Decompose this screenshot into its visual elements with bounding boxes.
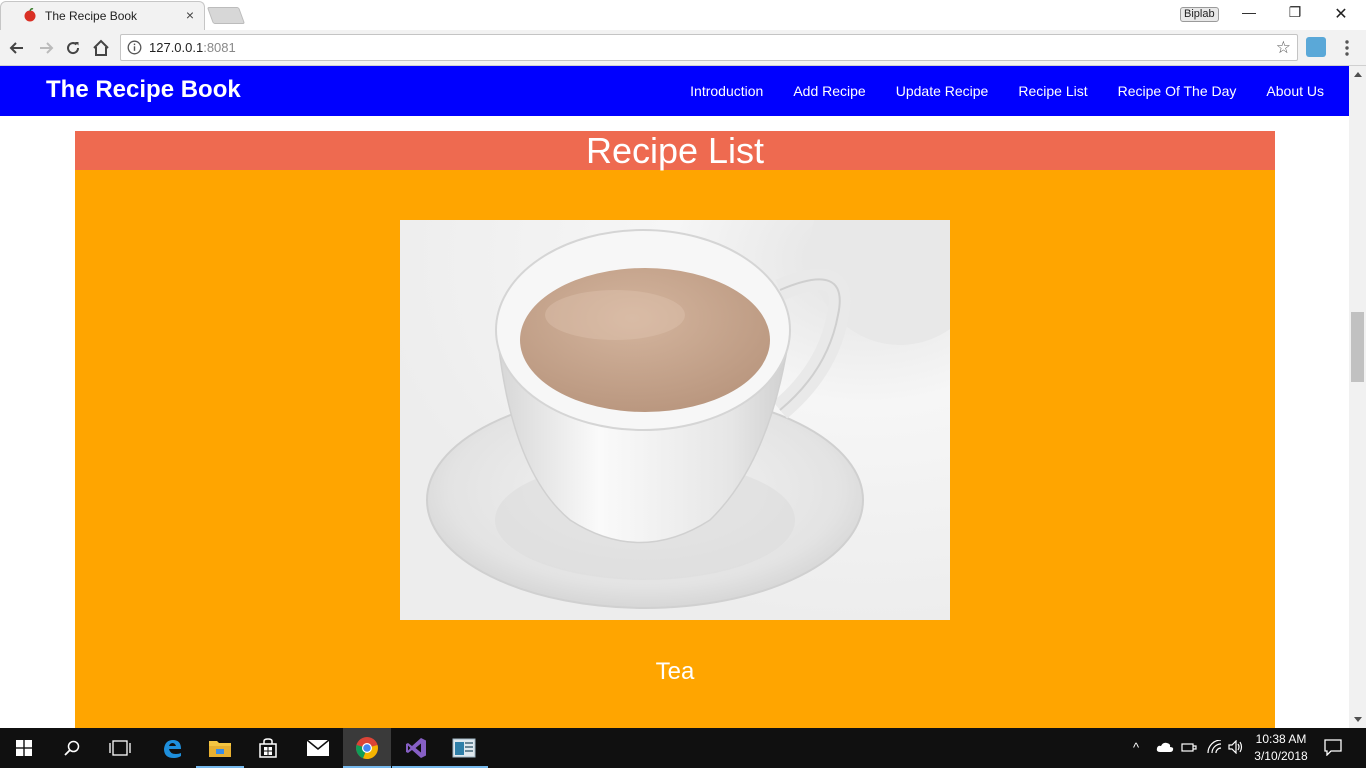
profile-button[interactable]: Biplab	[1180, 7, 1219, 22]
page-viewport: The Recipe Book Introduction Add Recipe …	[0, 66, 1349, 728]
back-arrow-icon	[9, 42, 23, 54]
search-button[interactable]	[48, 728, 96, 768]
minimize-button[interactable]: —	[1226, 4, 1272, 20]
task-view-icon	[109, 740, 131, 756]
browser-tab[interactable]: The Recipe Book ×	[0, 1, 205, 30]
nav-update-recipe[interactable]: Update Recipe	[896, 83, 989, 99]
url-text[interactable]: 127.0.0.1:8081	[149, 40, 236, 55]
browser-toolbar: 127.0.0.1:8081 ☆	[0, 30, 1366, 66]
nav-recipe-of-the-day[interactable]: Recipe Of The Day	[1118, 83, 1237, 99]
home-icon	[93, 39, 109, 56]
task-view-button[interactable]	[96, 728, 144, 768]
browser-tab-strip: The Recipe Book × Biplab — ❐ ✕	[0, 0, 1366, 30]
back-button[interactable]	[6, 37, 28, 59]
start-button[interactable]	[0, 728, 48, 768]
scroll-up-arrow-icon	[1353, 72, 1362, 77]
nav-recipe-list[interactable]: Recipe List	[1018, 83, 1087, 99]
folder-icon	[209, 741, 231, 757]
mail-taskbar-button[interactable]	[294, 728, 342, 768]
action-center-icon[interactable]	[1324, 739, 1342, 756]
reload-button[interactable]	[62, 37, 84, 59]
visual-studio-icon	[406, 738, 426, 758]
wifi-icon[interactable]	[1207, 740, 1223, 754]
panel-header: Recipe List	[75, 131, 1275, 170]
system-clock[interactable]: 10:38 AM 3/10/2018	[1245, 731, 1317, 765]
scroll-down-arrow-icon	[1353, 717, 1362, 722]
store-bag-icon	[259, 738, 277, 758]
chrome-taskbar-button[interactable]	[343, 728, 391, 768]
reload-icon	[67, 42, 80, 55]
close-window-button[interactable]: ✕	[1318, 4, 1364, 24]
edge-icon	[164, 740, 181, 758]
nav-links: Introduction Add Recipe Update Recipe Re…	[660, 66, 1324, 116]
recipe-image[interactable]	[400, 220, 950, 620]
edge-taskbar-button[interactable]	[148, 728, 196, 768]
onedrive-cloud-icon[interactable]	[1156, 741, 1174, 753]
page-scrollbar[interactable]	[1349, 66, 1366, 728]
tab-close-button[interactable]: ×	[183, 7, 197, 23]
restore-button[interactable]: ❐	[1272, 4, 1318, 21]
info-icon[interactable]	[127, 40, 142, 55]
scroll-up-button[interactable]	[1349, 66, 1366, 83]
store-taskbar-button[interactable]	[244, 728, 292, 768]
network-icon[interactable]	[1181, 741, 1197, 755]
app-taskbar-button[interactable]	[440, 728, 488, 768]
tab-title: The Recipe Book	[45, 9, 138, 23]
forward-button[interactable]	[35, 37, 57, 59]
windows-taskbar: ^ 10:38 AM 3/10/2018	[0, 728, 1366, 768]
site-brand[interactable]: The Recipe Book	[46, 76, 241, 104]
url-port: :8081	[203, 40, 236, 55]
search-icon	[64, 740, 80, 756]
nav-add-recipe[interactable]: Add Recipe	[793, 83, 865, 99]
home-button[interactable]	[90, 37, 112, 59]
clock-time: 10:38 AM	[1255, 732, 1307, 746]
recipe-name[interactable]: Tea	[75, 658, 1275, 686]
nav-about-us[interactable]: About Us	[1266, 83, 1324, 99]
tray-chevron-icon[interactable]: ^	[1133, 740, 1139, 755]
address-bar[interactable]: 127.0.0.1:8081 ☆	[120, 34, 1298, 61]
tea-cup-image	[400, 220, 950, 620]
chrome-icon	[356, 737, 378, 760]
new-tab-button[interactable]	[206, 7, 246, 24]
recipe-list-panel: Recipe List Tea	[75, 131, 1275, 728]
volume-icon[interactable]	[1228, 740, 1244, 754]
apple-icon	[24, 8, 36, 22]
window-app-icon	[452, 738, 476, 758]
scrollbar-thumb[interactable]	[1351, 312, 1364, 382]
scroll-down-button[interactable]	[1349, 711, 1366, 728]
clock-date: 3/10/2018	[1254, 749, 1308, 763]
file-explorer-taskbar-button[interactable]	[196, 728, 244, 768]
visual-studio-taskbar-button[interactable]	[392, 728, 440, 768]
forward-arrow-icon	[40, 42, 54, 54]
bookmark-star-icon[interactable]: ☆	[1276, 38, 1291, 58]
url-host: 127.0.0.1	[149, 40, 204, 55]
site-navbar: The Recipe Book Introduction Add Recipe …	[0, 66, 1349, 116]
extension-icon[interactable]	[1306, 37, 1326, 57]
windows-logo-icon	[16, 740, 32, 756]
menu-dots-icon[interactable]	[1340, 38, 1354, 58]
page-title: Recipe List	[585, 130, 765, 171]
nav-introduction[interactable]: Introduction	[690, 83, 763, 99]
mail-icon	[306, 739, 330, 756]
